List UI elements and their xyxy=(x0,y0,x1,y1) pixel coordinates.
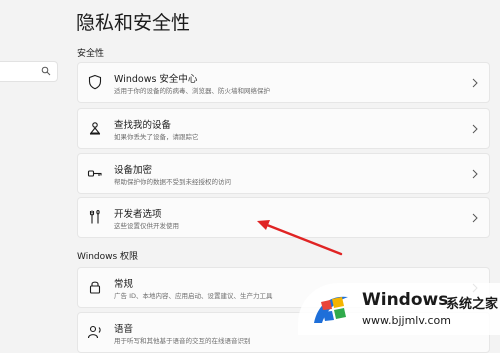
watermark-logo-icon xyxy=(314,296,348,323)
watermark-url: www.bjjmlv.com xyxy=(362,314,451,327)
watermark-brand-cn: 系统之家 xyxy=(446,297,499,312)
card-description: 用于听写和其他基于语音的交互的在线语音识别 xyxy=(114,337,251,345)
watermark-brand: Windows xyxy=(362,290,449,310)
watermark: Windows 系统之家 www.bjjmlv.com xyxy=(298,283,500,335)
